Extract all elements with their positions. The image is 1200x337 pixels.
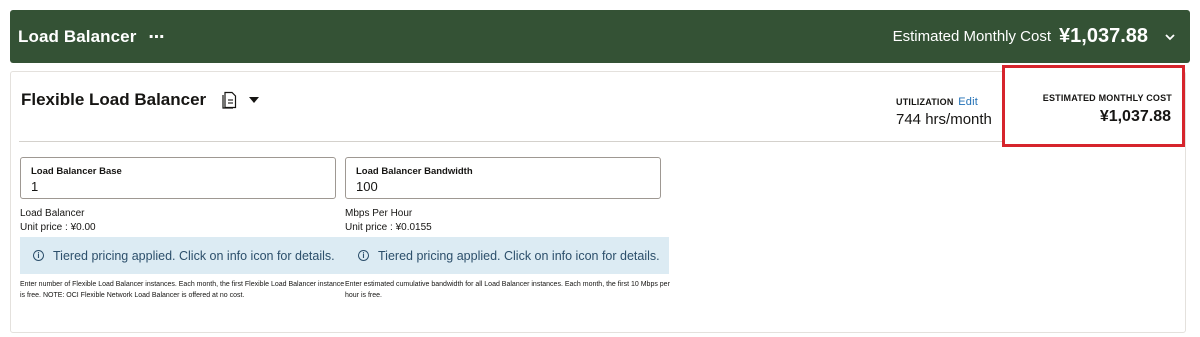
field-value: 100 (356, 179, 378, 194)
header-cost-value: ¥1,037.88 (1059, 25, 1148, 47)
chevron-down-icon[interactable] (1164, 31, 1176, 43)
utilization-label: UTILIZATION (896, 97, 954, 107)
utilization-label-row: UTILIZATION Edit (896, 96, 992, 108)
utilization-value: 744 hrs/month (896, 111, 992, 128)
banner-text: Tiered pricing applied. Click on info ic… (53, 248, 335, 263)
load-balancer-bandwidth-field[interactable]: Load Balancer Bandwidth 100 (345, 157, 661, 199)
info-icon[interactable]: i (33, 250, 44, 261)
utilization-edit-link[interactable]: Edit (958, 96, 978, 108)
unit-name: Mbps Per Hour (345, 208, 413, 219)
load-balancer-base-field[interactable]: Load Balancer Base 1 (20, 157, 336, 199)
utilization-block: UTILIZATION Edit 744 hrs/month (896, 96, 992, 128)
tiered-pricing-banner: i Tiered pricing applied. Click on info … (20, 237, 345, 274)
section-title: Load Balancer (18, 26, 137, 46)
caret-down-icon[interactable] (248, 95, 260, 105)
header-cost-label: Estimated Monthly Cost (892, 28, 1052, 45)
card-title-row: Flexible Load Balancer (21, 90, 260, 110)
estimated-cost-value: ¥1,037.88 (1099, 108, 1171, 125)
section-header: Load Balancer ⋯ Estimated Monthly Cost ¥… (10, 10, 1190, 63)
more-icon[interactable]: ⋯ (148, 27, 165, 47)
card-title: Flexible Load Balancer (21, 90, 207, 109)
field-label: Load Balancer Base (31, 166, 122, 177)
unit-price: Unit price : ¥0.0155 (345, 222, 432, 233)
banner-text: Tiered pricing applied. Click on info ic… (378, 248, 660, 263)
info-icon[interactable]: i (358, 250, 369, 261)
help-text: Enter number of Flexible Load Balancer i… (20, 281, 345, 299)
estimated-cost-label: ESTIMATED MONTHLY COST (1042, 93, 1172, 103)
help-text: Enter estimated cumulative bandwidth for… (345, 281, 670, 299)
field-value: 1 (31, 179, 39, 194)
unit-name: Load Balancer (20, 208, 85, 219)
document-icon[interactable] (222, 91, 238, 109)
header-left: Load Balancer ⋯ (18, 27, 165, 47)
field-label: Load Balancer Bandwidth (356, 166, 473, 177)
unit-price: Unit price : ¥0.00 (20, 222, 96, 233)
tiered-pricing-banner: i Tiered pricing applied. Click on info … (345, 237, 669, 274)
header-right: Estimated Monthly Cost ¥1,037.88 (893, 25, 1176, 48)
estimated-monthly-cost-box: ESTIMATED MONTHLY COST ¥1,037.88 (1002, 65, 1185, 147)
